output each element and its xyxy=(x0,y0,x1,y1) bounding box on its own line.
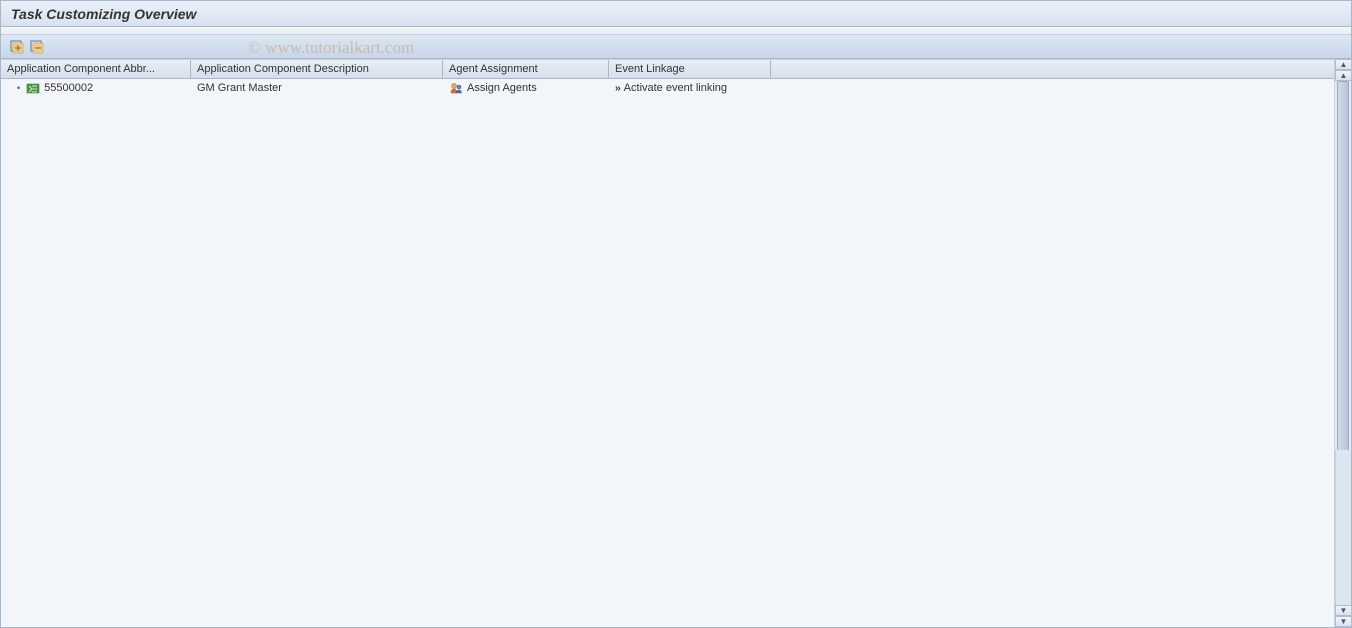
expand-all-icon xyxy=(10,40,24,54)
content-area: Application Component Abbr... Applicatio… xyxy=(1,59,1351,627)
cell-desc: GM Grant Master xyxy=(191,81,443,95)
expand-all-button[interactable] xyxy=(9,39,25,55)
table-row[interactable]: • 55500002 GM Grant Master xyxy=(1,79,1334,97)
title-bar: Task Customizing Overview xyxy=(1,1,1351,27)
assign-agents-icon xyxy=(449,82,463,95)
event-linking-icon: ›› xyxy=(615,83,620,94)
column-header-abbr[interactable]: Application Component Abbr... xyxy=(1,60,191,78)
scroll-down-button[interactable]: ▼ xyxy=(1335,616,1352,627)
column-header-empty xyxy=(771,60,1334,78)
scroll-track-lower xyxy=(1335,450,1351,605)
cell-agent[interactable]: Assign Agents xyxy=(443,81,609,96)
abbr-text: 55500002 xyxy=(44,82,93,94)
app-window: Task Customizing Overview A xyxy=(0,0,1352,628)
cell-event[interactable]: ›› Activate event linking xyxy=(609,81,771,95)
table-body: • 55500002 GM Grant Master xyxy=(1,79,1334,627)
scroll-track[interactable] xyxy=(1335,81,1351,605)
toolbar xyxy=(1,35,1351,59)
cell-abbr: • 55500002 xyxy=(1,81,191,96)
title-spacer xyxy=(1,27,1351,35)
scroll-down-button-2[interactable]: ▼ xyxy=(1335,605,1352,616)
table-header: Application Component Abbr... Applicatio… xyxy=(1,59,1334,79)
collapse-all-button[interactable] xyxy=(29,39,45,55)
component-icon xyxy=(26,82,40,95)
main-content: Application Component Abbr... Applicatio… xyxy=(1,59,1334,627)
column-header-agent[interactable]: Agent Assignment xyxy=(443,60,609,78)
scroll-up-button-2[interactable]: ▲ xyxy=(1335,70,1352,81)
collapse-all-icon xyxy=(30,40,44,54)
tree-bullet-icon: • xyxy=(17,83,20,93)
vertical-scrollbar[interactable]: ▲ ▲ ▼ ▼ xyxy=(1334,59,1351,627)
page-title: Task Customizing Overview xyxy=(11,6,196,22)
scroll-thumb[interactable] xyxy=(1337,81,1349,461)
agent-text: Assign Agents xyxy=(467,82,537,94)
desc-text: GM Grant Master xyxy=(197,82,282,94)
column-header-event[interactable]: Event Linkage xyxy=(609,60,771,78)
column-header-desc[interactable]: Application Component Description xyxy=(191,60,443,78)
scroll-up-button[interactable]: ▲ xyxy=(1335,59,1352,70)
event-text: Activate event linking xyxy=(624,82,727,94)
